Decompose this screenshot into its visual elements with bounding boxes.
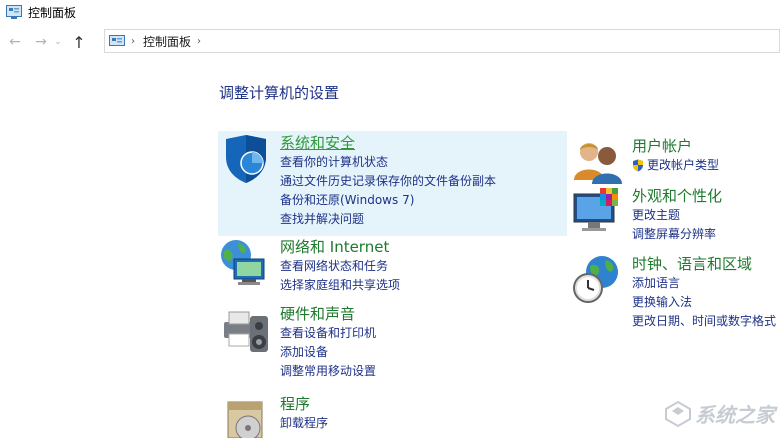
breadcrumb-control-panel[interactable]: 控制面板 — [143, 33, 191, 50]
system-security-link[interactable]: 系统和安全 — [280, 133, 496, 153]
change-account-type-label: 更改帐户类型 — [647, 158, 720, 172]
hardware-sound-link[interactable]: 硬件和声音 — [280, 304, 376, 324]
category-hardware-sound: 硬件和声音 查看设备和打印机 添加设备 调整常用移动设置 — [220, 304, 376, 381]
network-globe-icon — [221, 240, 265, 285]
up-button[interactable]: ↑ — [68, 31, 90, 53]
programs-box-icon — [227, 401, 263, 438]
category-system-security: 系统和安全 查看你的计算机状态 通过文件历史记录保存你的文件备份副本 备份和还原… — [220, 133, 496, 229]
category-appearance: 外观和个性化 更改主题 调整屏幕分辨率 — [572, 186, 722, 244]
breadcrumb-separator-icon[interactable]: › — [131, 36, 135, 47]
add-device-link[interactable]: 添加设备 — [280, 343, 376, 362]
navigation-bar: ← → ⌄ ↑ › 控制面板 › — [0, 28, 783, 56]
uninstall-program-link[interactable]: 卸载程序 — [280, 414, 328, 433]
troubleshoot-link[interactable]: 查找并解决问题 — [280, 210, 496, 229]
network-internet-link[interactable]: 网络和 Internet — [280, 237, 400, 257]
devices-printers-link[interactable]: 查看设备和打印机 — [280, 324, 376, 343]
category-user-accounts: 用户帐户 更改帐户类型 — [572, 136, 719, 188]
window-title: 控制面板 — [28, 5, 77, 20]
screen-resolution-link[interactable]: 调整屏幕分辨率 — [632, 225, 722, 244]
change-input-method-link[interactable]: 更换输入法 — [632, 293, 776, 312]
watermark-logo-icon — [665, 400, 691, 427]
backup-restore-link[interactable]: 备份和还原(Windows 7) — [280, 191, 496, 210]
printer-speaker-icon — [224, 311, 268, 352]
category-clock-language-region: 时钟、语言和区域 添加语言 更换输入法 更改日期、时间或数字格式 — [572, 254, 776, 331]
breadcrumb-expand-icon[interactable]: › — [197, 36, 201, 47]
watermark-text: 系统之家 — [695, 403, 775, 427]
appearance-monitor-icon — [573, 188, 618, 231]
clock-globe-icon — [573, 256, 618, 303]
homegroup-sharing-link[interactable]: 选择家庭组和共享选项 — [280, 276, 400, 295]
change-date-time-format-link[interactable]: 更改日期、时间或数字格式 — [632, 312, 776, 331]
network-status-link[interactable]: 查看网络状态和任务 — [280, 257, 400, 276]
control-panel-icon — [109, 34, 125, 46]
category-network-internet: 网络和 Internet 查看网络状态和任务 选择家庭组和共享选项 — [220, 237, 400, 295]
title-bar: 控制面板 — [0, 0, 783, 24]
user-accounts-icon — [574, 143, 622, 184]
address-bar[interactable]: › 控制面板 › — [104, 29, 780, 53]
page-title: 调整计算机的设置 — [219, 84, 340, 102]
security-shield-icon — [226, 135, 266, 183]
recent-locations-dropdown[interactable]: ⌄ — [52, 31, 64, 53]
appearance-personalization-link[interactable]: 外观和个性化 — [632, 186, 722, 206]
change-account-type-link[interactable]: 更改帐户类型 — [632, 156, 719, 175]
back-button[interactable]: ← — [4, 31, 26, 53]
programs-link[interactable]: 程序 — [280, 394, 328, 414]
category-programs: 程序 卸载程序 — [220, 394, 328, 438]
forward-button[interactable]: → — [30, 31, 52, 53]
file-history-backup-link[interactable]: 通过文件历史记录保存你的文件备份副本 — [280, 172, 496, 191]
clock-language-region-link[interactable]: 时钟、语言和区域 — [632, 254, 776, 274]
control-panel-icon — [6, 5, 22, 19]
uac-shield-icon — [633, 159, 643, 172]
add-language-link[interactable]: 添加语言 — [632, 274, 776, 293]
change-theme-link[interactable]: 更改主题 — [632, 206, 722, 225]
mobility-settings-link[interactable]: 调整常用移动设置 — [280, 362, 376, 381]
user-accounts-link[interactable]: 用户帐户 — [632, 136, 719, 156]
view-computer-status-link[interactable]: 查看你的计算机状态 — [280, 153, 496, 172]
watermark: 系统之家 — [665, 399, 775, 428]
